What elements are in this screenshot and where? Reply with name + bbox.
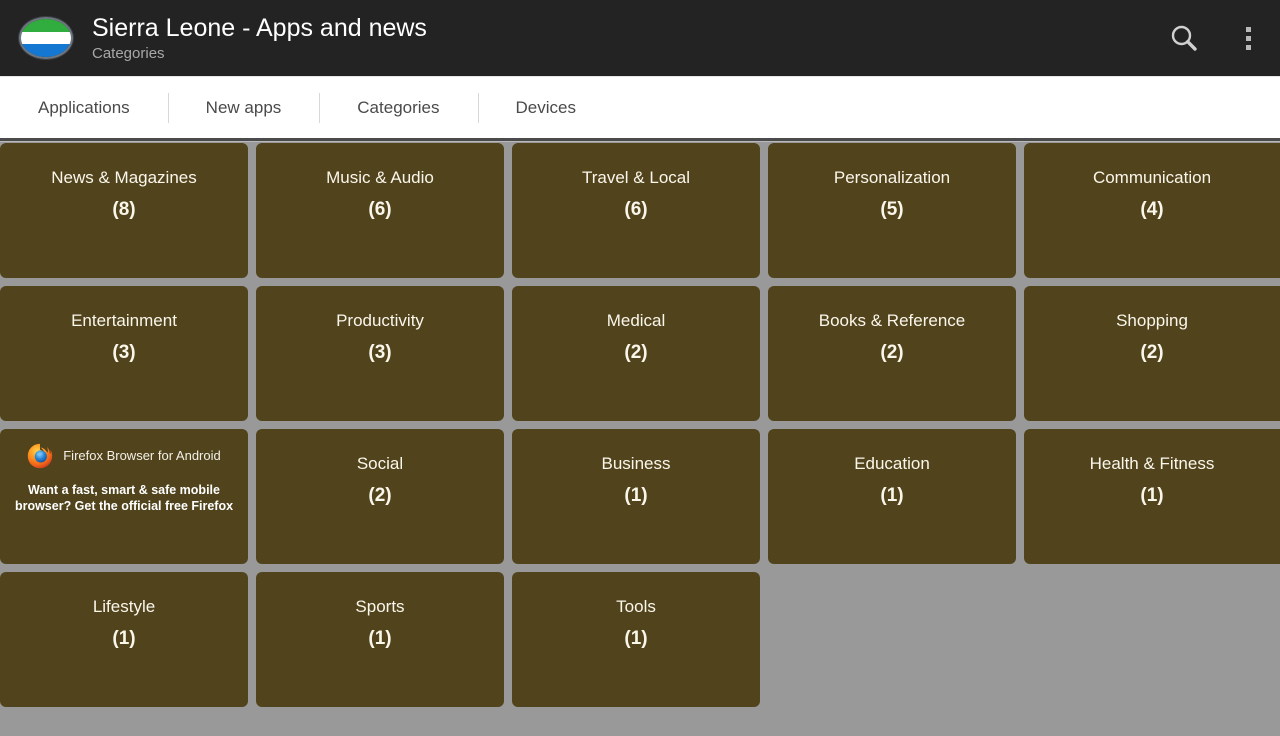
tab-bar-divider (0, 138, 1280, 142)
ad-card-firefox[interactable]: Firefox Browser for Android Want a fast,… (0, 429, 248, 564)
category-card-sports[interactable]: Sports (1) (256, 572, 504, 707)
category-card-entertainment[interactable]: Entertainment (3) (0, 286, 248, 421)
tab-applications[interactable]: Applications (0, 77, 168, 139)
category-label: Sports (355, 597, 405, 616)
grid-empty-slot (768, 572, 1280, 715)
category-count: (2) (1140, 342, 1164, 363)
category-label: Travel & Local (581, 168, 691, 187)
search-button[interactable] (1152, 0, 1216, 76)
category-card-music-audio[interactable]: Music & Audio (6) (256, 143, 504, 278)
app-header: Sierra Leone - Apps and news Categories (0, 0, 1280, 76)
header-title-block: Sierra Leone - Apps and news Categories (92, 13, 1152, 64)
sierra-leone-flag-icon (18, 16, 74, 60)
category-count: (3) (112, 342, 136, 363)
tab-devices[interactable]: Devices (477, 77, 614, 139)
category-card-lifestyle[interactable]: Lifestyle (1) (0, 572, 248, 707)
page-title: Sierra Leone - Apps and news (92, 13, 427, 42)
tab-categories[interactable]: Categories (319, 77, 477, 139)
category-label: News & Magazines (51, 168, 197, 187)
category-label: Business (601, 454, 671, 473)
grid-row: Lifestyle (1) Sports (1) Tools (1) (0, 572, 1280, 715)
ad-body-text: Want a fast, smart & safe mobile browser… (14, 483, 234, 513)
overflow-menu-button[interactable] (1216, 0, 1280, 76)
ad-title: Firefox Browser for Android (63, 448, 221, 463)
category-count: (1) (1140, 485, 1164, 506)
category-card-news-magazines[interactable]: News & Magazines (8) (0, 143, 248, 278)
category-card-productivity[interactable]: Productivity (3) (256, 286, 504, 421)
category-count: (1) (880, 485, 904, 506)
page-subtitle: Categories (92, 44, 165, 62)
grid-row: Firefox Browser for Android Want a fast,… (0, 429, 1280, 572)
firefox-logo-icon (28, 443, 53, 469)
grid-row: Entertainment (3) Productivity (3) Medic… (0, 286, 1280, 429)
category-label: Books & Reference (818, 311, 966, 330)
category-label: Education (854, 454, 930, 473)
category-count: (2) (880, 342, 904, 363)
category-card-health-fitness[interactable]: Health & Fitness (1) (1024, 429, 1280, 564)
category-card-education[interactable]: Education (1) (768, 429, 1016, 564)
category-label: Communication (1092, 168, 1212, 187)
search-icon (1171, 25, 1197, 51)
category-label: Health & Fitness (1089, 454, 1215, 473)
category-card-communication[interactable]: Communication (4) (1024, 143, 1280, 278)
category-count: (1) (624, 628, 648, 649)
bottom-filler (0, 714, 1280, 736)
category-label: Entertainment (71, 311, 177, 330)
category-count: (1) (368, 628, 392, 649)
category-label: Medical (606, 311, 666, 330)
category-label: Personalization (833, 168, 951, 187)
category-label: Music & Audio (326, 168, 434, 187)
grid-row: News & Magazines (8) Music & Audio (6) T… (0, 143, 1280, 286)
category-label: Social (356, 454, 404, 473)
category-card-travel-local[interactable]: Travel & Local (6) (512, 143, 760, 278)
category-count: (1) (112, 628, 136, 649)
category-count: (2) (624, 342, 648, 363)
category-count: (6) (368, 199, 392, 220)
category-card-business[interactable]: Business (1) (512, 429, 760, 564)
category-label: Tools (616, 597, 656, 616)
category-label: Lifestyle (92, 597, 156, 616)
category-card-social[interactable]: Social (2) (256, 429, 504, 564)
category-count: (8) (112, 199, 136, 220)
ad-header: Firefox Browser for Android (10, 443, 238, 469)
app-window: Sierra Leone - Apps and news Categories … (0, 0, 1280, 736)
overflow-menu-icon (1245, 26, 1251, 50)
category-card-tools[interactable]: Tools (1) (512, 572, 760, 707)
tab-new-apps[interactable]: New apps (167, 77, 320, 139)
category-label: Productivity (336, 311, 424, 330)
category-count: (2) (368, 485, 392, 506)
category-count: (6) (624, 199, 648, 220)
category-label: Shopping (1116, 311, 1188, 330)
category-card-medical[interactable]: Medical (2) (512, 286, 760, 421)
category-card-personalization[interactable]: Personalization (5) (768, 143, 1016, 278)
header-actions (1152, 0, 1280, 76)
tab-bar: Applications New apps Categories Devices (0, 76, 1280, 138)
category-count: (4) (1140, 199, 1164, 220)
category-count: (1) (624, 485, 648, 506)
category-card-books-reference[interactable]: Books & Reference (2) (768, 286, 1016, 421)
category-count: (5) (880, 199, 904, 220)
category-count: (3) (368, 342, 392, 363)
category-card-shopping[interactable]: Shopping (2) (1024, 286, 1280, 421)
category-grid: News & Magazines (8) Music & Audio (6) T… (0, 143, 1280, 715)
